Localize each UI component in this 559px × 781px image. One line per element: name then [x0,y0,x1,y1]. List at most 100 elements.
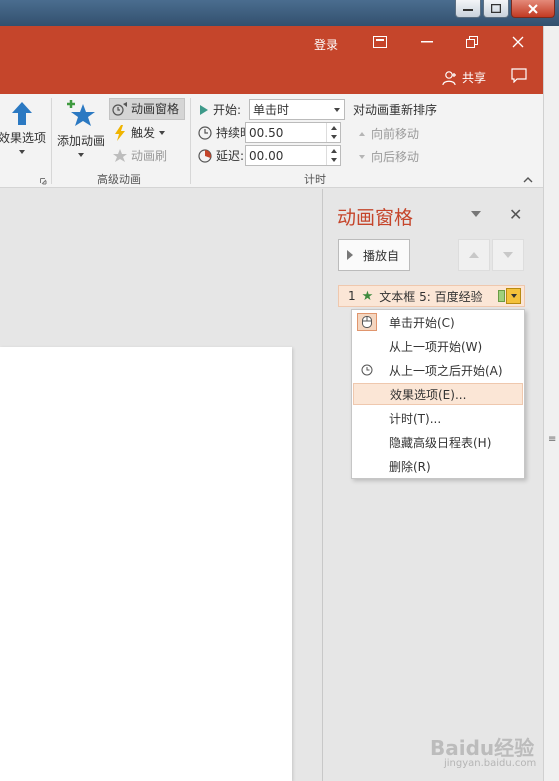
separator [51,98,52,184]
start-value: 单击时 [253,103,290,117]
ribbon-display-options-icon[interactable] [373,36,387,48]
slide-editing-area [0,189,322,781]
window-top-strip [0,0,559,26]
delay-label-row: 延迟: [198,147,244,164]
comment-icon[interactable] [511,68,527,83]
menu-item-start-on-click[interactable]: 单击开始(C) [353,311,523,333]
chevron-down-icon [330,158,337,163]
app-restore-icon[interactable] [466,36,478,48]
person-icon [442,70,456,85]
mouse-icon [357,313,377,331]
chevron-down-icon [19,150,25,154]
menu-item-hide-timeline[interactable]: 隐藏高级日程表(H) [353,431,523,453]
menu-item-timing[interactable]: 计时(T)... [353,407,523,429]
delay-spinner[interactable]: 00.00 [245,145,341,166]
lightning-icon [115,124,125,141]
window-close-button[interactable] [511,0,555,18]
menu-item-label: 单击开始(C) [389,315,455,330]
move-up-button[interactable] [458,239,490,271]
menu-item-effect-options[interactable]: 效果选项(E)... [353,383,523,405]
dialog-launcher-icon[interactable] [40,178,48,186]
triangle-up-icon [359,131,365,136]
spinner-arrows[interactable] [326,123,340,142]
entrance-star-icon: ★ [361,288,374,304]
triangle-down-icon [503,252,513,258]
minimize-button[interactable] [455,0,481,18]
delay-icon [198,148,212,163]
spinner-arrows[interactable] [326,146,340,165]
animation-pane-button[interactable]: 动画窗格 [112,100,179,117]
watermark: Baidu经验 jingyan.baidu.com [430,722,550,772]
start-label-row: 开始: [200,101,241,118]
window-controls [453,0,555,18]
chevron-down-icon [334,108,340,112]
slide-canvas[interactable] [0,347,292,781]
play-from-button[interactable]: 播放自 [338,239,410,271]
animation-painter-label: 动画刷 [131,149,168,163]
minimize-icon [463,8,473,11]
pane-close-icon[interactable]: ✕ [509,205,522,224]
play-icon [200,104,208,115]
menu-item-label: 隐藏高级日程表(H) [389,435,492,450]
start-label: 开始: [213,103,242,117]
item-dropdown-button[interactable] [506,288,521,304]
vertical-scrollbar[interactable]: ≡ [543,26,559,781]
menu-item-label: 从上一项之后开始(A) [389,363,503,378]
group-label-timing: 计时 [304,173,326,186]
context-menu: 单击开始(C) 从上一项开始(W) 从上一项之后开始(A) 效果选项(E)...… [351,309,525,479]
share-button[interactable]: 共享 [442,69,486,86]
maximize-icon [491,4,501,13]
trigger-label: 触发 [131,126,156,140]
separator [190,98,191,184]
app-close-icon[interactable] [512,36,524,48]
menu-item-remove[interactable]: 删除(R) [353,455,523,477]
duration-value: 00.50 [249,125,284,140]
timeline-bar [498,290,505,302]
animation-painter-button[interactable]: 动画刷 [112,147,167,164]
add-animation-button[interactable]: 添加动画 [56,99,106,157]
pane-options-icon[interactable] [471,211,481,217]
login-link[interactable]: 登录 [314,36,338,53]
chevron-up-icon [330,125,337,130]
chevron-down-icon [510,294,517,298]
menu-item-label: 从上一项开始(W) [389,339,483,354]
delay-value: 00.00 [249,148,284,163]
scroll-grip-icon: ≡ [548,434,557,445]
collapse-ribbon-icon[interactable] [523,177,533,183]
move-earlier-label: 向前移动 [371,127,420,141]
chevron-up-icon [330,148,337,153]
app-minimize-icon[interactable] [421,41,433,43]
menu-item-label: 删除(R) [389,459,431,474]
close-icon [528,3,538,14]
animation-pane: 动画窗格 ✕ 播放自 1 ★ 文本框 5: 百度经验 [323,189,543,781]
chevron-down-icon [159,130,166,135]
effect-options-button[interactable]: 效果选项 [0,100,48,154]
up-arrow-icon [12,102,32,125]
maximize-button[interactable] [483,0,509,18]
play-icon [347,250,353,260]
menu-item-label: 效果选项(E)... [390,387,467,402]
animation-pane-label: 动画窗格 [131,102,180,116]
move-earlier-button[interactable]: 向前移动 [359,125,419,142]
menu-item-label: 计时(T)... [389,411,442,426]
watermark-logo: Baidu经验 [430,736,535,760]
trigger-button[interactable]: 触发 [114,124,166,141]
add-animation-label: 添加动画 [56,134,105,148]
start-select[interactable]: 单击时 [249,99,345,120]
item-label: 文本框 5: 百度经验 [379,289,483,304]
duration-spinner[interactable]: 00.50 [245,122,341,143]
delay-label: 延迟: [216,149,245,163]
animation-list-item[interactable]: 1 ★ 文本框 5: 百度经验 [338,285,525,307]
move-later-label: 向后移动 [371,150,420,164]
move-later-button[interactable]: 向后移动 [359,148,419,165]
menu-item-after-previous[interactable]: 从上一项之后开始(A) [353,359,523,381]
move-down-button[interactable] [492,239,524,271]
add-star-icon [67,100,95,126]
reorder-title: 对动画重新排序 [353,103,438,117]
triangle-up-icon [469,252,479,258]
timer-pane-icon [112,101,127,116]
clock-icon [198,125,212,140]
clock-icon [357,361,377,379]
chevron-down-icon [330,135,337,140]
menu-item-with-previous[interactable]: 从上一项开始(W) [353,335,523,357]
